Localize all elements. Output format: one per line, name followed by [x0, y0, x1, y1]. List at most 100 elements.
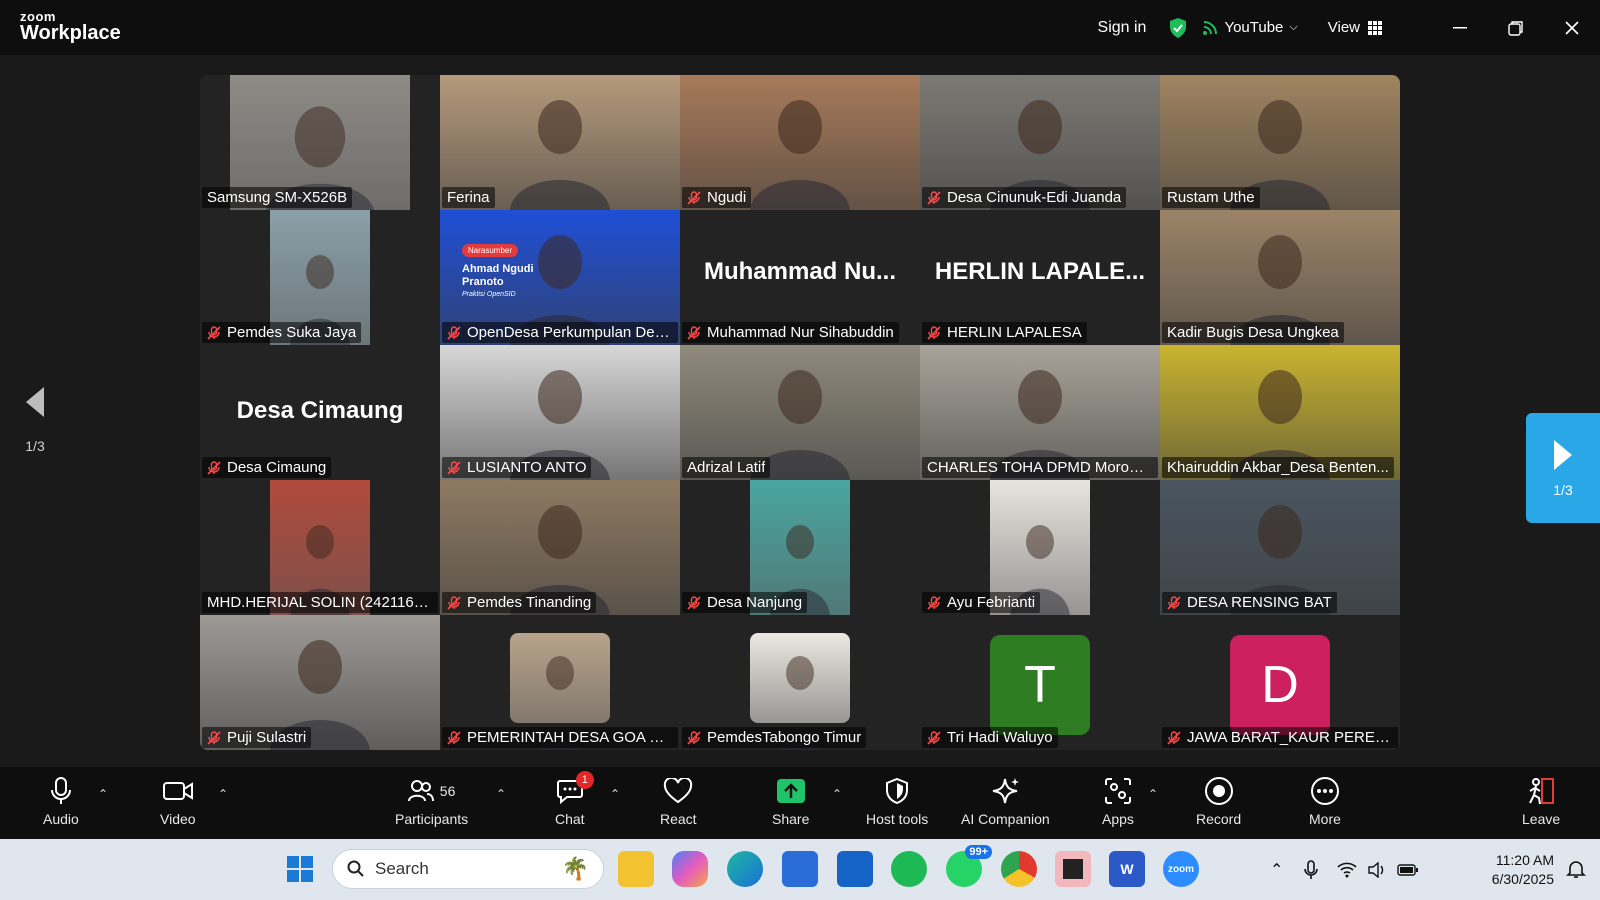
- participant-nameplate: Desa Cimaung: [202, 457, 332, 478]
- previous-page-button[interactable]: 1/3: [22, 385, 48, 454]
- participant-tile[interactable]: D JAWA BARAT_KAUR PERENC...: [1160, 615, 1400, 750]
- wifi-icon[interactable]: [1337, 862, 1357, 878]
- participant-tile[interactable]: MHD.HERIJAL SOLIN (24211641): [200, 480, 440, 615]
- start-button[interactable]: [282, 851, 318, 887]
- record-button[interactable]: Record: [1196, 775, 1241, 827]
- participant-tile[interactable]: Desa Cimaung Desa Cimaung: [200, 345, 440, 480]
- participant-tile[interactable]: Desa Nanjung: [680, 480, 920, 615]
- participant-tile[interactable]: Desa Cinunuk-Edi Juanda: [920, 75, 1160, 210]
- chrome-icon[interactable]: [1001, 851, 1037, 887]
- more-label: More: [1309, 811, 1341, 827]
- more-icon: [1310, 777, 1339, 805]
- participant-tile[interactable]: DESA RENSING BAT: [1160, 480, 1400, 615]
- video-camera-icon: [162, 782, 193, 800]
- share-options-caret[interactable]: ⌃: [832, 787, 842, 801]
- zoom-logo: zoom Workplace: [20, 10, 121, 43]
- word-icon[interactable]: W: [1109, 851, 1145, 887]
- muted-mic-icon: [207, 325, 221, 340]
- host-tools-button[interactable]: Host tools: [866, 775, 928, 827]
- audio-options-caret[interactable]: ⌃: [98, 787, 108, 801]
- chat-unread-badge: 1: [575, 771, 594, 789]
- whatsapp-badge: 99+: [965, 845, 992, 859]
- sparkle-icon: [993, 778, 1020, 804]
- microsoft-store-icon[interactable]: [782, 851, 818, 887]
- participant-name: Adrizal Latif: [687, 459, 766, 476]
- show-hidden-icons-chevron-icon[interactable]: ⌃: [1270, 860, 1283, 880]
- muted-mic-icon: [207, 730, 221, 745]
- next-page-button[interactable]: 1/3: [1526, 413, 1600, 523]
- whatsapp-icon[interactable]: 99+: [946, 845, 992, 887]
- triangle-right-icon: [1554, 440, 1572, 470]
- participant-tile[interactable]: LUSIANTO ANTO: [440, 345, 680, 480]
- autodesk-icon[interactable]: [837, 851, 873, 887]
- participant-tile[interactable]: Adrizal Latif: [680, 345, 920, 480]
- participant-tile[interactable]: PEMERINTAH DESA GOA BO...: [440, 615, 680, 750]
- view-button[interactable]: View: [1328, 19, 1382, 36]
- participant-name: Rustam Uthe: [1167, 189, 1255, 206]
- participant-tile[interactable]: T Tri Hadi Waluyo: [920, 615, 1160, 750]
- mic-tray-icon[interactable]: [1303, 859, 1319, 881]
- participant-tile[interactable]: Pemdes Suka Jaya: [200, 210, 440, 345]
- apps-options-caret[interactable]: ⌃: [1148, 787, 1158, 801]
- participant-tile[interactable]: Samsung SM-X526B: [200, 75, 440, 210]
- display-name-large: Desa Cimaung: [236, 397, 404, 424]
- participant-tile[interactable]: Puji Sulastri: [200, 615, 440, 750]
- participants-options-caret[interactable]: ⌃: [496, 787, 506, 801]
- share-button[interactable]: Share: [772, 775, 809, 827]
- participant-tile[interactable]: Ngudi: [680, 75, 920, 210]
- close-button[interactable]: [1544, 0, 1600, 55]
- windows-taskbar: Search 🌴 99+ W zoom ⌃ 11:20 AM 6/30/2025: [0, 839, 1600, 900]
- edge-browser-icon[interactable]: [727, 851, 763, 887]
- ai-companion-button[interactable]: AI Companion: [961, 775, 1050, 827]
- sign-in-link[interactable]: Sign in: [1098, 19, 1147, 37]
- video-options-caret[interactable]: ⌃: [218, 787, 228, 801]
- muted-mic-icon: [1167, 595, 1181, 610]
- participant-tile[interactable]: Rustam Uthe: [1160, 75, 1400, 210]
- taskbar-search-input[interactable]: Search 🌴: [332, 849, 604, 889]
- zoom-taskbar-icon[interactable]: zoom: [1163, 851, 1199, 887]
- participant-nameplate: Muhammad Nur Sihabuddin: [682, 322, 899, 343]
- participant-tile[interactable]: Ayu Febrianti: [920, 480, 1160, 615]
- leave-button[interactable]: Leave: [1522, 775, 1560, 827]
- participant-tile[interactable]: HERLIN LAPALE... HERLIN LAPALESA: [920, 210, 1160, 345]
- participant-nameplate: Ngudi: [682, 187, 752, 208]
- file-explorer-icon[interactable]: [618, 851, 654, 887]
- sticky-notes-icon[interactable]: [1055, 851, 1091, 887]
- participant-tile[interactable]: CHARLES TOHA DPMD Morowa...: [920, 345, 1160, 480]
- audio-button[interactable]: Audio: [43, 775, 79, 827]
- chat-button[interactable]: 1 Chat: [555, 771, 594, 827]
- video-button[interactable]: Video: [160, 775, 196, 827]
- participant-name: Tri Hadi Waluyo: [947, 729, 1053, 746]
- participant-name: Samsung SM-X526B: [207, 189, 348, 206]
- participant-nameplate: Samsung SM-X526B: [202, 187, 353, 208]
- volume-icon[interactable]: [1367, 861, 1387, 878]
- restore-button[interactable]: [1488, 0, 1544, 55]
- avatar: D: [1230, 635, 1330, 735]
- apps-button[interactable]: Apps: [1102, 775, 1134, 827]
- participant-name: MHD.HERIJAL SOLIN (24211641): [207, 594, 433, 611]
- minimize-button[interactable]: [1432, 0, 1488, 55]
- participant-tile[interactable]: Khairuddin Akbar_Desa Benten...: [1160, 345, 1400, 480]
- muted-mic-icon: [927, 325, 941, 340]
- participants-button[interactable]: 56 Participants: [395, 775, 468, 827]
- participant-tile[interactable]: PemdesTabongo Timur: [680, 615, 920, 750]
- battery-icon[interactable]: [1397, 863, 1419, 877]
- participant-tile[interactable]: Muhammad Nu... Muhammad Nur Sihabuddin: [680, 210, 920, 345]
- participant-tile[interactable]: Narasumber Ahmad Ngudi Pranoto Praktisi Op…: [440, 210, 680, 345]
- participant-tile[interactable]: Pemdes Tinanding: [440, 480, 680, 615]
- copilot-icon[interactable]: [672, 851, 708, 887]
- taskbar-clock[interactable]: 11:20 AM 6/30/2025: [1492, 851, 1554, 889]
- spotify-icon[interactable]: [891, 851, 927, 887]
- react-button[interactable]: React: [660, 775, 697, 827]
- participant-count: 56: [439, 783, 456, 799]
- more-button[interactable]: More: [1309, 775, 1341, 827]
- participant-nameplate: Rustam Uthe: [1162, 187, 1260, 208]
- shield-icon: [886, 777, 909, 805]
- notification-bell-icon[interactable]: [1566, 859, 1586, 879]
- security-shield-icon[interactable]: [1168, 17, 1188, 39]
- participant-tile[interactable]: Ferina: [440, 75, 680, 210]
- chat-options-caret[interactable]: ⌃: [610, 787, 620, 801]
- participant-name: Khairuddin Akbar_Desa Benten...: [1167, 459, 1389, 476]
- livestream-youtube-button[interactable]: YouTube ⌵: [1202, 19, 1298, 36]
- participant-tile[interactable]: Kadir Bugis Desa Ungkea: [1160, 210, 1400, 345]
